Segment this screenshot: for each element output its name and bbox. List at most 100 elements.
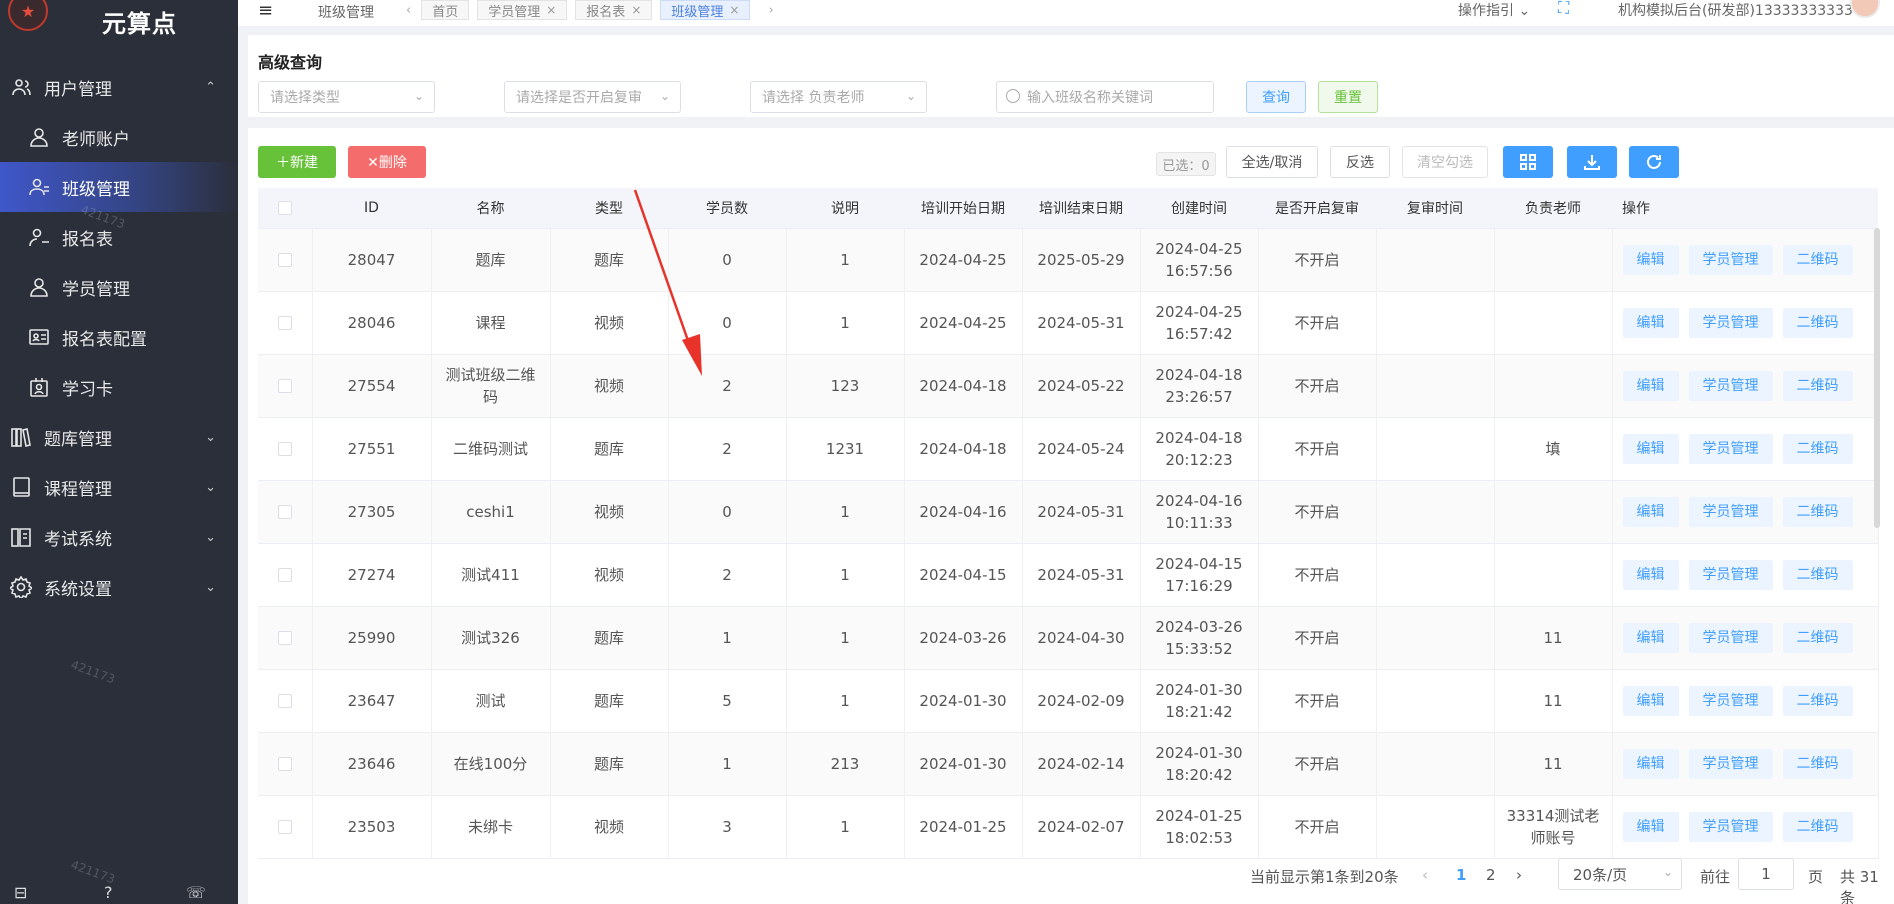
close-icon[interactable]: ×: [631, 3, 641, 17]
row-action-1[interactable]: 学员管理: [1688, 559, 1773, 590]
row-action-0[interactable]: 编辑: [1622, 433, 1679, 464]
sidebar-item-4[interactable]: 学员管理: [0, 262, 238, 312]
class-search-input[interactable]: 输入班级名称关键词: [996, 81, 1214, 113]
row-action-1[interactable]: 学员管理: [1688, 811, 1773, 842]
review-select[interactable]: 请选择是否开启复审 ⌄: [504, 81, 681, 113]
row-checkbox[interactable]: [277, 757, 292, 771]
sidebar-item-2[interactable]: 班级管理: [0, 162, 238, 212]
row-checkbox[interactable]: [277, 568, 292, 582]
teacher-select[interactable]: 请选择 负责老师 ⌄: [750, 81, 927, 113]
delete-button[interactable]: ✕删除: [348, 146, 426, 178]
table-row[interactable]: 23646 在线100分 题库 1 213 2024-01-30 2024-02-14 202…: [258, 732, 1879, 796]
sidebar-item-0[interactable]: 用户管理 ⌃: [0, 62, 238, 112]
table-row[interactable]: 23647 测试 题库 5 1 2024-01-30 2024-02-09 2024-01-3…: [258, 669, 1879, 733]
row-action-0[interactable]: 编辑: [1622, 307, 1679, 338]
tab-3[interactable]: 班级管理 ×: [660, 0, 751, 20]
row-action-1[interactable]: 学员管理: [1688, 244, 1773, 275]
close-icon[interactable]: ×: [729, 3, 739, 17]
tab-0[interactable]: 首页: [421, 0, 470, 20]
row-action-0[interactable]: 编辑: [1622, 748, 1679, 779]
sidebar-item-1[interactable]: 老师账户: [0, 112, 238, 162]
row-action-1[interactable]: 学员管理: [1688, 496, 1773, 527]
prev-page-icon[interactable]: ‹: [1422, 866, 1428, 884]
next-page-icon[interactable]: ›: [1516, 866, 1522, 884]
row-action-0[interactable]: 编辑: [1622, 622, 1679, 653]
sidebar-item-7[interactable]: 题库管理 ⌄: [0, 412, 238, 462]
screen-icon[interactable]: ⊟: [14, 883, 27, 902]
sidebar-item-8[interactable]: 课程管理 ⌄: [0, 462, 238, 512]
row-action-1[interactable]: 学员管理: [1688, 748, 1773, 779]
page-1[interactable]: 1: [1456, 866, 1466, 884]
goto-page-input[interactable]: 1: [1738, 858, 1794, 890]
row-action-2[interactable]: 二维码: [1782, 496, 1853, 527]
clear-selection-button[interactable]: 清空勾选: [1402, 146, 1488, 178]
row-checkbox[interactable]: [277, 253, 292, 267]
table-row[interactable]: 27551 二维码测试 题库 2 1231 2024-04-18 2024-05-24 202…: [258, 417, 1879, 481]
avatar[interactable]: [1850, 0, 1880, 18]
help-icon[interactable]: ?: [104, 883, 113, 902]
invert-selection-button[interactable]: 反选: [1330, 146, 1390, 178]
sidebar-item-6[interactable]: 学习卡: [0, 362, 238, 412]
row-action-1[interactable]: 学员管理: [1688, 307, 1773, 338]
fullscreen-icon[interactable]: ⛶: [1558, 0, 1569, 18]
reset-button[interactable]: 重置: [1318, 81, 1378, 113]
type-select[interactable]: 请选择类型 ⌄: [258, 81, 435, 113]
sidebar-item-5[interactable]: 报名表配置: [0, 312, 238, 362]
close-icon[interactable]: ×: [546, 3, 556, 17]
row-action-2[interactable]: 二维码: [1782, 559, 1853, 590]
row-action-0[interactable]: 编辑: [1622, 685, 1679, 716]
row-checkbox[interactable]: [277, 631, 292, 645]
row-action-0[interactable]: 编辑: [1622, 244, 1679, 275]
table-scrollbar[interactable]: [1874, 228, 1880, 528]
row-action-1[interactable]: 学员管理: [1688, 685, 1773, 716]
row-checkbox[interactable]: [277, 316, 292, 330]
row-action-0[interactable]: 编辑: [1622, 559, 1679, 590]
user-name[interactable]: 机构模拟后台(研发部)13333333333: [1618, 0, 1853, 20]
row-action-2[interactable]: 二维码: [1782, 622, 1853, 653]
row-checkbox[interactable]: [277, 694, 292, 708]
page-2[interactable]: 2: [1486, 866, 1496, 884]
select-all-checkbox[interactable]: [278, 200, 292, 215]
row-action-0[interactable]: 编辑: [1622, 811, 1679, 842]
tab-1[interactable]: 学员管理 ×: [477, 0, 568, 20]
row-checkbox[interactable]: [277, 505, 292, 519]
tab-prev-icon[interactable]: ‹: [406, 3, 411, 18]
table-row[interactable]: 27305 ceshi1 视频 0 1 2024-04-16 2024-05-31 2024-…: [258, 480, 1879, 544]
row-action-2[interactable]: 二维码: [1782, 433, 1853, 464]
row-checkbox[interactable]: [277, 820, 292, 834]
menu-toggle-icon[interactable]: ≡: [258, 0, 273, 21]
phone-icon[interactable]: ☏: [186, 883, 206, 902]
qr-grid-button[interactable]: [1503, 146, 1553, 178]
row-action-2[interactable]: 二维码: [1782, 748, 1853, 779]
row-action-0[interactable]: 编辑: [1622, 370, 1679, 401]
table-row[interactable]: 27274 测试411 视频 2 1 2024-04-15 2024-05-31 2024-0…: [258, 543, 1879, 607]
row-action-2[interactable]: 二维码: [1782, 370, 1853, 401]
row-action-1[interactable]: 学员管理: [1688, 370, 1773, 401]
page-size-select[interactable]: 20条/页 ⌄: [1558, 858, 1682, 890]
row-action-1[interactable]: 学员管理: [1688, 433, 1773, 464]
table-row[interactable]: 25990 测试326 题库 1 1 2024-03-26 2024-04-30 2024-0…: [258, 606, 1879, 670]
row-action-2[interactable]: 二维码: [1782, 811, 1853, 842]
search-button[interactable]: 查询: [1246, 81, 1306, 113]
refresh-button[interactable]: [1629, 146, 1679, 178]
row-checkbox[interactable]: [277, 379, 292, 393]
row-action-2[interactable]: 二维码: [1782, 307, 1853, 338]
table-row[interactable]: 23503 未绑卡 视频 3 1 2024-01-25 2024-02-07 2024-01-…: [258, 795, 1879, 859]
select-all-button[interactable]: 全选/取消: [1226, 146, 1318, 178]
new-button[interactable]: ＋新建: [258, 146, 336, 178]
row-checkbox[interactable]: [277, 442, 292, 456]
row-action-2[interactable]: 二维码: [1782, 685, 1853, 716]
table-row[interactable]: 27554 测试班级二维码 视频 2 123 2024-04-18 2024-05-22 20…: [258, 354, 1879, 418]
tab-2[interactable]: 报名表 ×: [575, 0, 653, 20]
sidebar-item-3[interactable]: 报名表: [0, 212, 238, 262]
row-action-2[interactable]: 二维码: [1782, 244, 1853, 275]
table-row[interactable]: 28046 课程 视频 0 1 2024-04-25 2024-05-31 2024-04-2…: [258, 291, 1879, 355]
guide-dropdown[interactable]: 操作指引 ⌄: [1458, 0, 1530, 20]
sidebar-item-9[interactable]: 考试系统 ⌄: [0, 512, 238, 562]
tab-next-icon[interactable]: ›: [768, 3, 773, 18]
row-action-0[interactable]: 编辑: [1622, 496, 1679, 527]
sidebar-item-10[interactable]: 系统设置 ⌄: [0, 562, 238, 612]
table-row[interactable]: 28047 题库 题库 0 1 2024-04-25 2025-05-29 2024-04-2…: [258, 228, 1879, 292]
row-action-1[interactable]: 学员管理: [1688, 622, 1773, 653]
download-button[interactable]: [1567, 146, 1617, 178]
